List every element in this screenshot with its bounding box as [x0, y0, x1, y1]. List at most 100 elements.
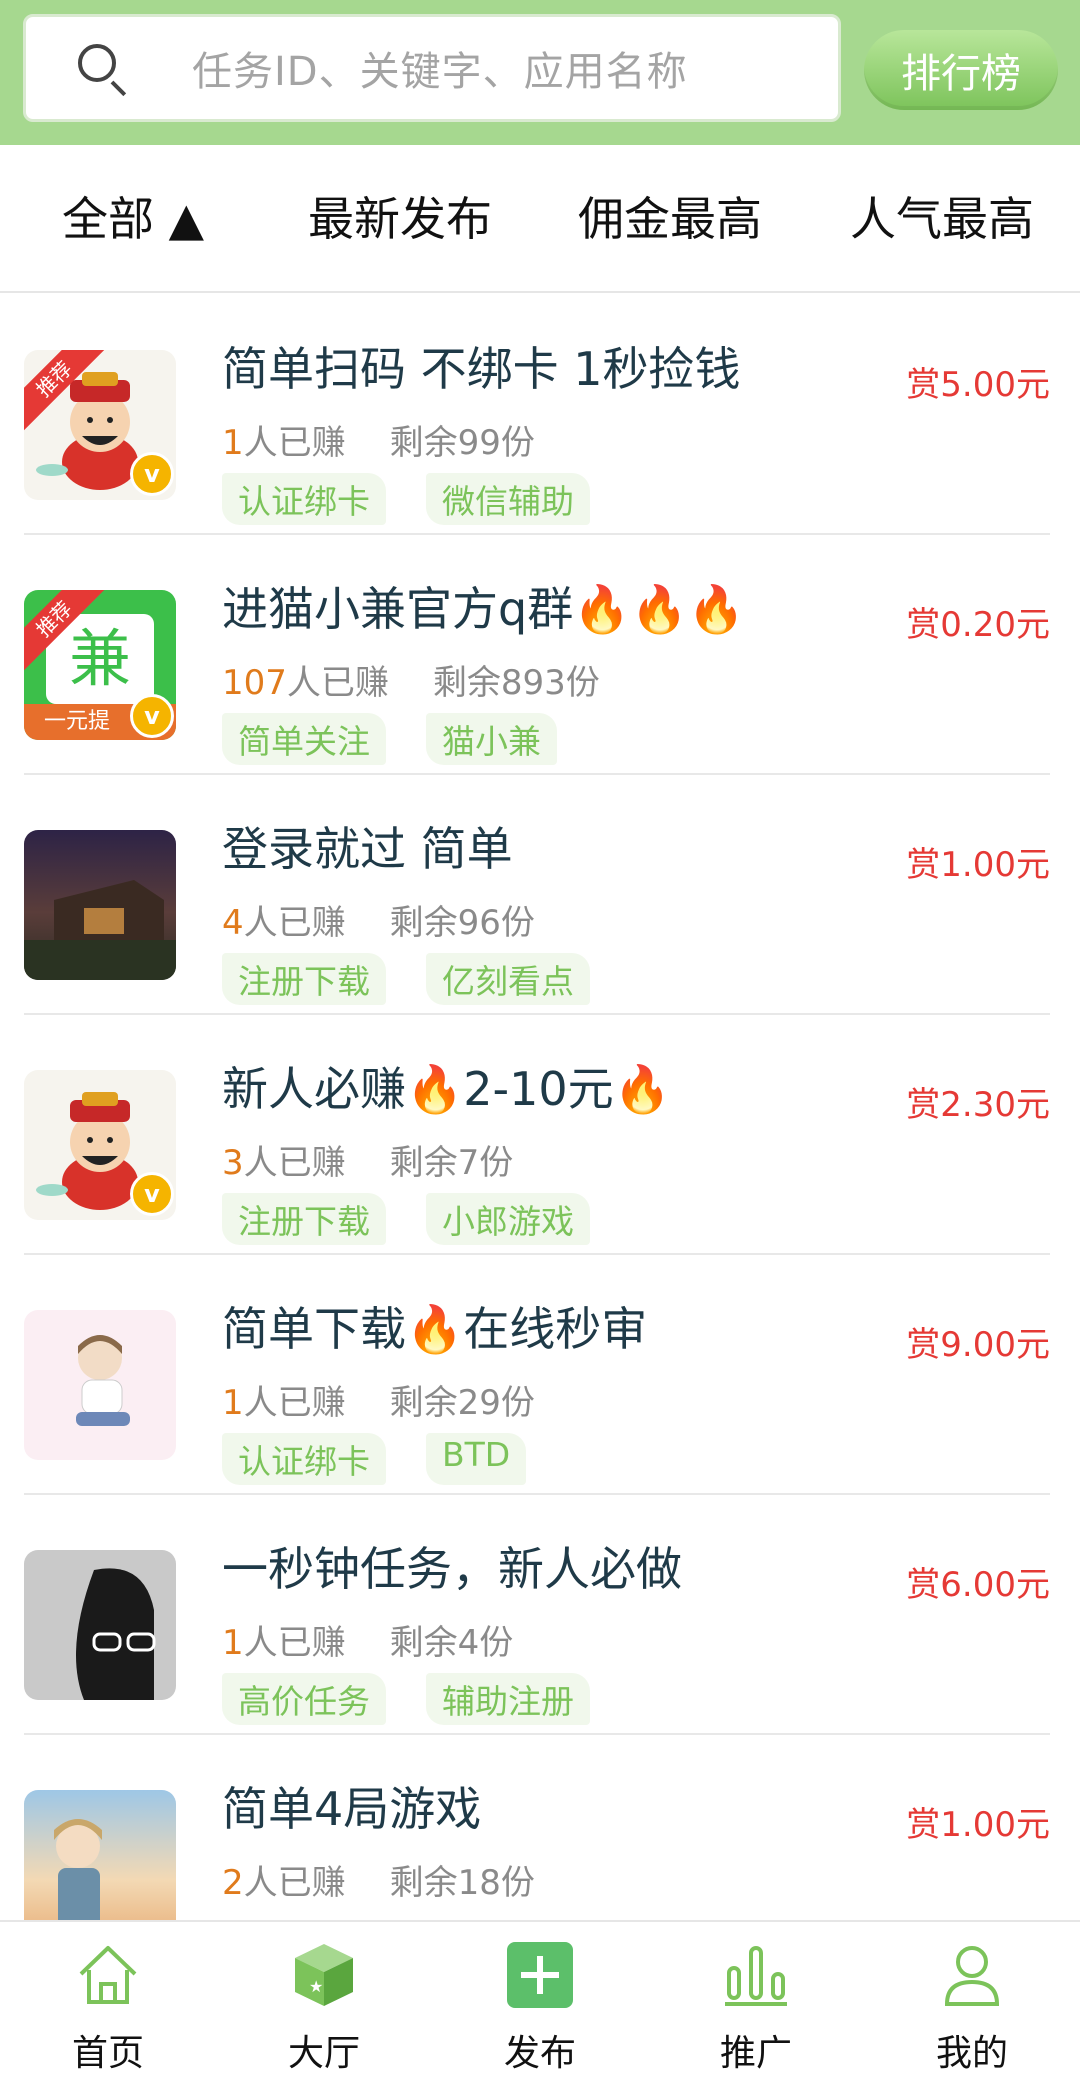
- task-reward: 赏6.00元: [906, 1565, 1050, 1605]
- nav-label: 发布: [503, 2033, 576, 2074]
- anime-character-icon: [24, 1790, 176, 1920]
- task-meta: 107人已赚 剩余893份: [222, 655, 600, 704]
- user-icon: [937, 1940, 1007, 2010]
- nav-promote[interactable]: 推广: [681, 1940, 831, 2080]
- tab-latest[interactable]: 最新发布: [308, 183, 492, 249]
- night-scene-icon: [24, 830, 176, 980]
- task-reward: 赏1.00元: [906, 1805, 1050, 1845]
- task-title: 登录就过 简单: [222, 822, 513, 876]
- earned-count: 1: [222, 1383, 244, 1423]
- task-tag: 注册下载: [222, 953, 386, 1005]
- task-reward: 赏5.00元: [906, 365, 1050, 405]
- task-tag: 猫小兼: [426, 713, 557, 765]
- task-tag: 认证绑卡: [222, 1433, 386, 1485]
- home-icon: [73, 1940, 143, 2010]
- task-title: 简单下载🔥在线秒审: [222, 1302, 648, 1356]
- jian-app-icon: 兼 一元提 推荐 v: [24, 590, 176, 740]
- task-tag: 微信辅助: [426, 473, 590, 525]
- cartoon-boy-icon: [24, 1310, 176, 1460]
- earned-count: 1: [222, 423, 244, 463]
- remaining-label: 剩余96份: [389, 903, 535, 943]
- remaining-label: 剩余4份: [389, 1623, 514, 1663]
- earned-count: 3: [222, 1143, 244, 1183]
- task-tag: 亿刻看点: [426, 953, 590, 1005]
- earned-label: 人已赚: [243, 1623, 346, 1663]
- bottom-nav: 首页 ★ 大厅 发布 推广 我的: [0, 1920, 1080, 2083]
- task-tags: 注册下载 亿刻看点: [222, 953, 590, 1005]
- search-box[interactable]: 任务ID、关键字、应用名称: [23, 14, 841, 122]
- task-meta: 2人已赚 剩余18份: [222, 1855, 535, 1904]
- man-glasses-icon: [24, 1550, 176, 1700]
- remaining-label: 剩余7份: [389, 1143, 514, 1183]
- task-title: 新人必赚🔥2-10元🔥: [222, 1062, 671, 1116]
- task-tags: 注册下载 小郎游戏: [222, 1193, 590, 1245]
- task-tag: 认证绑卡: [222, 473, 386, 525]
- remaining-label: 剩余99份: [389, 423, 535, 463]
- task-tags: 认证绑卡 微信辅助: [222, 473, 590, 525]
- filter-tabs: 全部 ▲ 最新发布 佣金最高 人气最高: [0, 145, 1080, 293]
- task-reward: 赏0.20元: [906, 605, 1050, 645]
- verified-badge-icon: v: [130, 452, 174, 496]
- task-tag: 高价任务: [222, 1673, 386, 1725]
- earned-label: 人已赚: [243, 1143, 346, 1183]
- task-title: 简单4局游戏: [222, 1782, 482, 1836]
- tab-most-popular[interactable]: 人气最高: [850, 183, 1034, 249]
- task-tags: 认证绑卡 BTD: [222, 1433, 527, 1485]
- task-tags: 简单关注 猫小兼: [222, 713, 557, 765]
- task-tag: 简单关注: [222, 713, 386, 765]
- verified-badge-icon: v: [130, 1172, 174, 1216]
- task-item[interactable]: v 新人必赚🔥2-10元🔥 3人已赚 剩余7份 注册下载 小郎游戏 赏2.30元: [0, 1015, 1080, 1255]
- earned-count: 2: [222, 1863, 244, 1903]
- bars-icon: [721, 1940, 791, 2010]
- task-list: 推荐 v 简单扫码 不绑卡 1秒捡钱 1人已赚 剩余99份 认证绑卡 微信辅助 赏…: [0, 295, 1080, 1920]
- verified-badge-icon: v: [130, 694, 174, 738]
- task-title: 简单扫码 不绑卡 1秒捡钱: [222, 342, 741, 396]
- search-placeholder[interactable]: 任务ID、关键字、应用名称: [192, 39, 688, 97]
- cube-icon: ★: [289, 1940, 359, 2010]
- caishen-icon: 推荐 v: [24, 350, 176, 500]
- task-reward: 赏1.00元: [906, 845, 1050, 885]
- ranking-button[interactable]: 排行榜: [864, 30, 1058, 110]
- plus-icon: [505, 1940, 575, 2010]
- task-reward: 赏2.30元: [906, 1085, 1050, 1125]
- nav-label: 推广: [719, 2033, 792, 2074]
- earned-label: 人已赚: [243, 1383, 346, 1423]
- task-meta: 1人已赚 剩余29份: [222, 1375, 535, 1424]
- earned-label: 人已赚: [243, 423, 346, 463]
- task-tag: 小郎游戏: [426, 1193, 590, 1245]
- task-item[interactable]: 一秒钟任务，新人必做 1人已赚 剩余4份 高价任务 辅助注册 赏6.00元: [0, 1495, 1080, 1735]
- nav-mine[interactable]: 我的: [897, 1940, 1047, 2080]
- remaining-label: 剩余893份: [432, 663, 600, 703]
- task-meta: 3人已赚 剩余7份: [222, 1135, 513, 1184]
- task-meta: 4人已赚 剩余96份: [222, 895, 535, 944]
- remaining-label: 剩余29份: [389, 1383, 535, 1423]
- task-reward: 赏9.00元: [906, 1325, 1050, 1365]
- nav-publish[interactable]: 发布: [465, 1940, 615, 2080]
- nav-hall[interactable]: ★ 大厅: [249, 1940, 399, 2080]
- task-tags: 高价任务 辅助注册: [222, 1673, 590, 1725]
- task-item[interactable]: 登录就过 简单 4人已赚 剩余96份 注册下载 亿刻看点 赏1.00元: [0, 775, 1080, 1015]
- nav-label: 我的: [935, 2033, 1008, 2074]
- task-item[interactable]: 简单下载🔥在线秒审 1人已赚 剩余29份 认证绑卡 BTD 赏9.00元: [0, 1255, 1080, 1495]
- earned-count: 107: [222, 663, 287, 703]
- search-icon[interactable]: [74, 40, 130, 97]
- task-meta: 1人已赚 剩余99份: [222, 415, 535, 464]
- nav-label: 首页: [71, 2033, 144, 2074]
- task-tag: 辅助注册: [426, 1673, 590, 1725]
- earned-label: 人已赚: [243, 1863, 346, 1903]
- earned-count: 1: [222, 1623, 244, 1663]
- task-title: 一秒钟任务，新人必做: [222, 1542, 682, 1596]
- earned-label: 人已赚: [286, 663, 389, 703]
- nav-home[interactable]: 首页: [33, 1940, 183, 2080]
- tab-highest-commission[interactable]: 佣金最高: [578, 183, 762, 249]
- task-item[interactable]: 简单4局游戏 2人已赚 剩余18份 赏1.00元: [0, 1735, 1080, 1920]
- task-item[interactable]: 推荐 v 简单扫码 不绑卡 1秒捡钱 1人已赚 剩余99份 认证绑卡 微信辅助 赏…: [0, 295, 1080, 535]
- caishen-icon: v: [24, 1070, 176, 1220]
- tab-all[interactable]: 全部 ▲: [62, 183, 204, 249]
- nav-label: 大厅: [287, 2033, 360, 2074]
- earned-count: 4: [222, 903, 244, 943]
- svg-text:★: ★: [309, 1977, 323, 1996]
- task-item[interactable]: 兼 一元提 推荐 v 进猫小兼官方q群🔥🔥🔥 107人已赚 剩余893份 简单关注…: [0, 535, 1080, 775]
- top-bar: 任务ID、关键字、应用名称 排行榜: [0, 0, 1080, 145]
- task-tag: BTD: [426, 1433, 527, 1485]
